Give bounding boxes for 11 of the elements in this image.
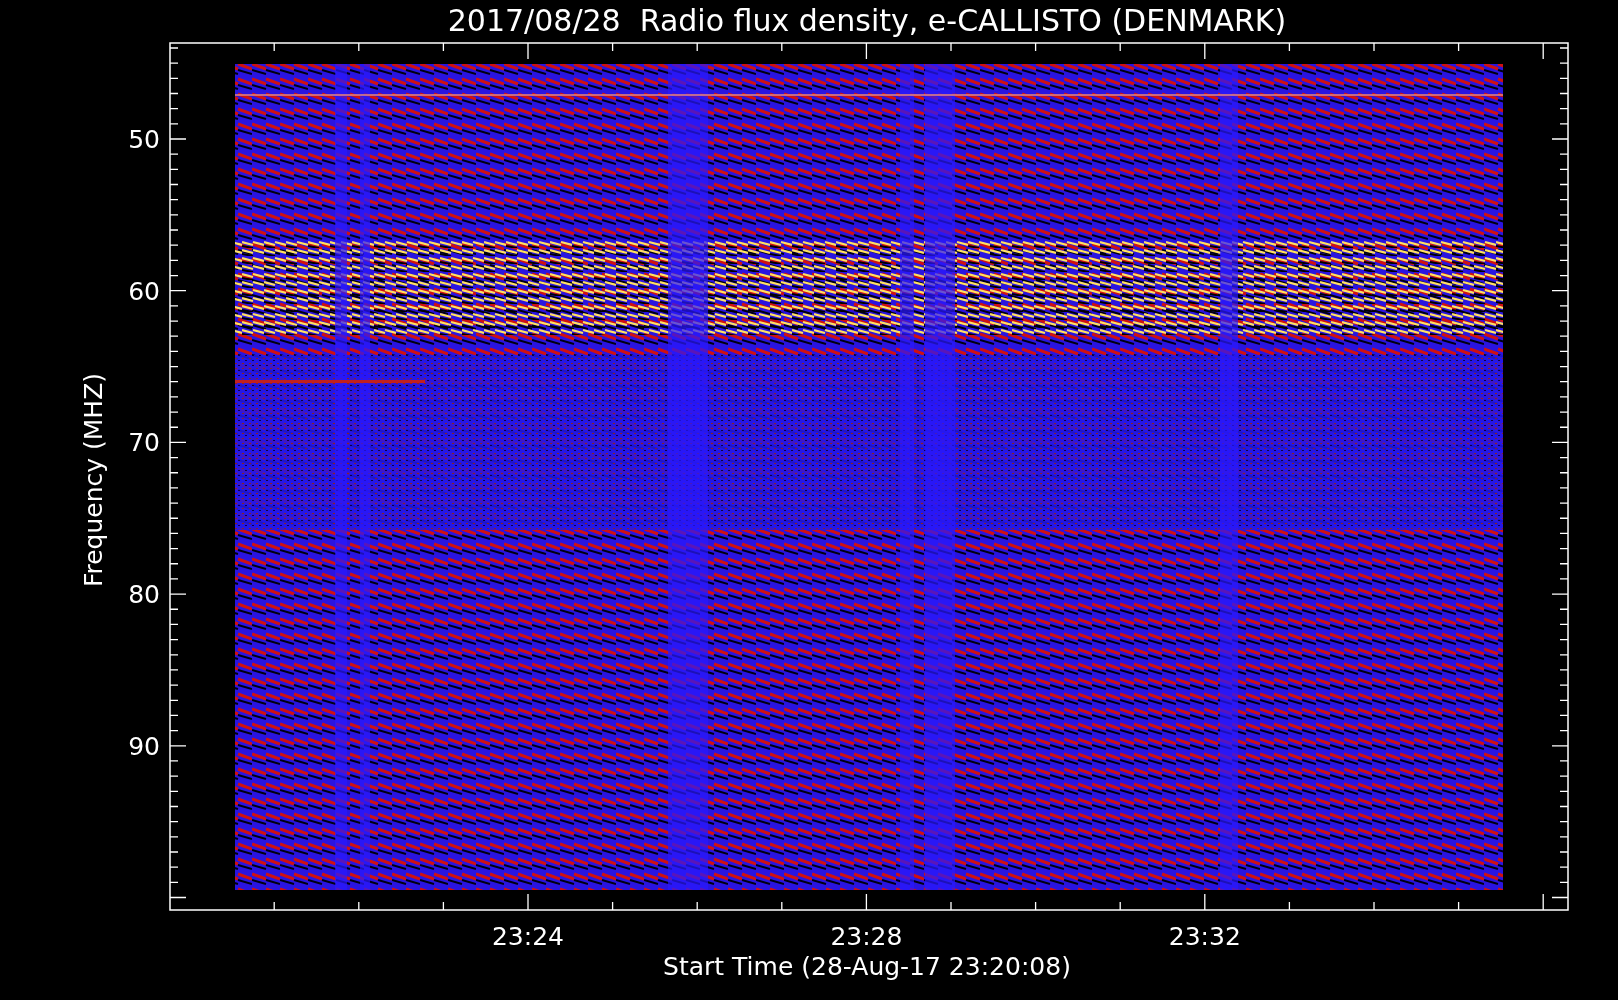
x-axis-label: Start Time (28-Aug-17 23:20:08) — [663, 952, 1071, 981]
y-tick-label: 90 — [128, 731, 160, 761]
y-tick-label: 70 — [128, 428, 160, 458]
y-tick-label: 50 — [128, 125, 160, 154]
y-tick-label: 60 — [128, 276, 160, 306]
x-tick-label: 23:32 — [1168, 922, 1241, 951]
y-axis-label: Frequency (MHZ) — [79, 372, 108, 588]
x-tick-label: 23:24 — [492, 922, 564, 951]
chart-title: 2017/08/28 Radio flux density, e-CALLISTO (DENMARK) — [447, 3, 1287, 38]
x-tick-label: 23:28 — [830, 922, 903, 951]
y-tick-label: 80 — [128, 580, 160, 610]
